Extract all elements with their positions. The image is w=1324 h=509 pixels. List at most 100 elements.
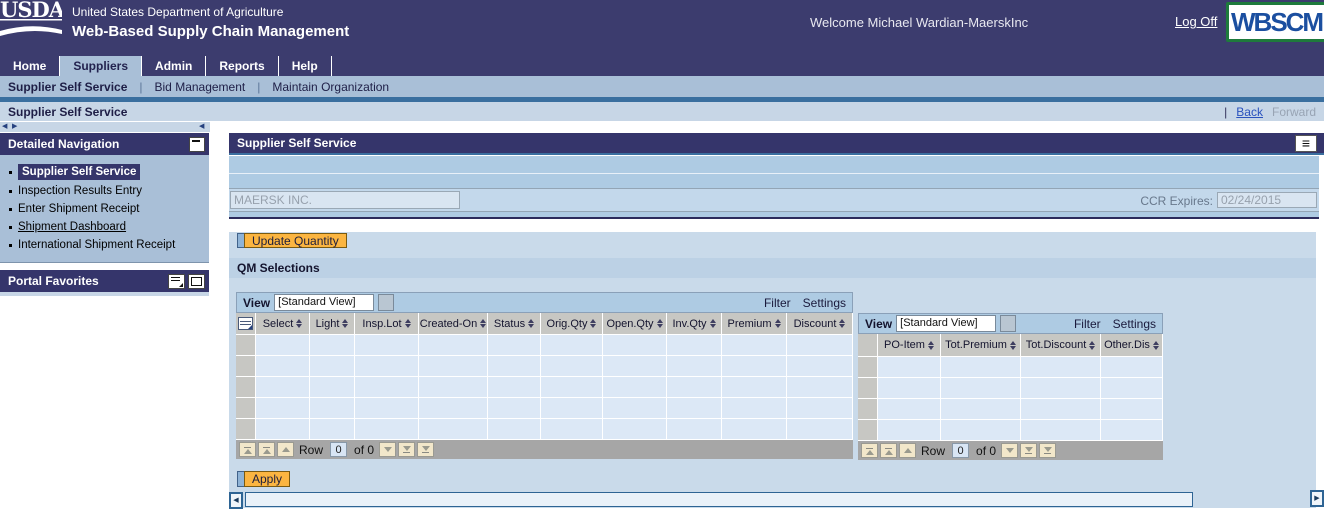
column-header-created-on[interactable]: Created-On	[419, 313, 488, 335]
view-select-dropdown-icon[interactable]	[1000, 315, 1017, 332]
column-header-tot-premium[interactable]: Tot.Premium	[941, 334, 1021, 357]
sort-icon[interactable]	[590, 319, 597, 328]
sidebar-item-inspection-results-entry[interactable]: Inspection Results Entry	[0, 182, 209, 200]
tab-home[interactable]: Home	[0, 56, 61, 76]
tab-admin[interactable]: Admin	[142, 56, 207, 76]
row-number-input[interactable]	[330, 442, 348, 457]
tab-help[interactable]: Help	[279, 56, 332, 76]
sort-icon[interactable]	[528, 319, 535, 328]
apply-button-group: Apply	[237, 471, 291, 487]
table-settings-cell[interactable]	[858, 334, 878, 357]
sort-icon[interactable]	[1152, 340, 1159, 350]
row-selector[interactable]	[858, 357, 878, 378]
row-selector[interactable]	[236, 398, 256, 419]
last-row-button[interactable]	[1039, 443, 1057, 458]
sort-icon[interactable]	[480, 319, 487, 328]
scroll-right-icon[interactable]: ▶	[12, 122, 17, 132]
sort-icon[interactable]	[709, 319, 716, 328]
subnav-supplier-self-service[interactable]: Supplier Self Service	[0, 80, 139, 94]
sort-icon[interactable]	[342, 319, 349, 328]
row-number-input[interactable]	[952, 443, 970, 458]
view-select[interactable]: [Standard View]	[896, 315, 997, 332]
column-header-tot-discount[interactable]: Tot.Discount	[1021, 334, 1101, 357]
panel-menu-icon[interactable]: ≡	[1295, 135, 1317, 152]
subnav-bid-management[interactable]: Bid Management	[143, 80, 258, 94]
sort-icon[interactable]	[927, 340, 934, 350]
back-link[interactable]: Back	[1236, 105, 1263, 119]
row-selector[interactable]	[236, 377, 256, 398]
row-up-button[interactable]	[899, 443, 916, 458]
column-header-light[interactable]: Light	[310, 313, 355, 335]
sort-icon[interactable]	[1009, 340, 1016, 350]
sort-icon[interactable]	[839, 319, 846, 328]
sidebar-item-international-shipment-receipt[interactable]: International Shipment Receipt	[0, 236, 209, 254]
table-settings-cell[interactable]	[236, 313, 256, 335]
subnav-maintain-organization[interactable]: Maintain Organization	[260, 80, 401, 94]
button-accent	[237, 471, 244, 487]
column-header-orig-qty[interactable]: Orig.Qty	[541, 313, 603, 335]
row-up-button[interactable]	[277, 442, 294, 457]
last-row-button[interactable]	[417, 442, 435, 457]
page-down-button[interactable]	[1020, 443, 1038, 458]
column-header-inv-qty[interactable]: Inv.Qty	[667, 313, 722, 335]
title-underline	[229, 153, 1324, 155]
page-up-button[interactable]	[258, 442, 275, 457]
main-nav-tabs: Home Suppliers Admin Reports Help	[0, 50, 1324, 76]
favorites-list-view-icon[interactable]	[168, 274, 185, 289]
apply-button[interactable]: Apply	[244, 471, 291, 487]
minimize-icon[interactable]	[189, 137, 205, 152]
org-info-panel: CCR Expires:	[229, 156, 1319, 219]
sort-icon[interactable]	[774, 319, 781, 328]
settings-link[interactable]: Settings	[1113, 317, 1156, 331]
scroll-left-icon[interactable]: ◀	[229, 492, 243, 509]
table2-toolbar: View [Standard View] Filter Settings	[858, 313, 1163, 334]
filter-link[interactable]: Filter	[764, 296, 791, 310]
row-selector[interactable]	[858, 378, 878, 399]
column-header-discount[interactable]: Discount	[787, 313, 853, 335]
sort-icon[interactable]	[1089, 340, 1096, 350]
sort-icon[interactable]	[656, 319, 663, 328]
favorites-box-view-icon[interactable]	[188, 274, 205, 289]
tab-suppliers[interactable]: Suppliers	[60, 56, 143, 76]
tab-reports[interactable]: Reports	[206, 56, 279, 76]
log-off-link[interactable]: Log Off	[1175, 14, 1217, 29]
column-header-select[interactable]: Select	[256, 313, 310, 335]
filter-link[interactable]: Filter	[1074, 317, 1101, 331]
row-selector[interactable]	[858, 399, 878, 420]
row-selector[interactable]	[236, 419, 256, 440]
column-header-other-dis[interactable]: Other.Dis	[1101, 334, 1163, 357]
collapse-sidebar-icon[interactable]: ◀	[199, 122, 204, 132]
table1-toolbar: View [Standard View] Filter Settings	[236, 292, 853, 313]
column-header-status[interactable]: Status	[488, 313, 541, 335]
forward-link[interactable]: Forward	[1272, 105, 1316, 119]
view-select-dropdown-icon[interactable]	[378, 294, 395, 311]
app-title: Web-Based Supply Chain Management	[72, 23, 350, 40]
update-quantity-button[interactable]: Update Quantity	[244, 233, 347, 248]
row-selector[interactable]	[236, 356, 256, 377]
sort-icon[interactable]	[404, 319, 411, 328]
row-selector[interactable]	[858, 420, 878, 441]
sort-icon[interactable]	[296, 319, 303, 328]
column-header-open-qty[interactable]: Open.Qty	[603, 313, 667, 335]
first-row-button[interactable]	[239, 442, 256, 457]
column-header-insp-lot[interactable]: Insp.Lot	[355, 313, 419, 335]
page-up-button[interactable]	[880, 443, 897, 458]
row-down-button[interactable]	[1001, 443, 1019, 458]
sidebar-item-supplier-self-service[interactable]: Supplier Self Service	[0, 162, 209, 182]
column-header-po-item[interactable]: PO-Item	[878, 334, 941, 357]
table-settings-icon	[238, 317, 253, 330]
scroll-right-icon[interactable]: ▶	[1310, 490, 1324, 507]
sidebar-item-shipment-dashboard[interactable]: Shipment Dashboard	[0, 218, 209, 236]
sidebar-item-enter-shipment-receipt[interactable]: Enter Shipment Receipt	[0, 200, 209, 218]
column-header-premium[interactable]: Premium	[722, 313, 787, 335]
page-down-button[interactable]	[398, 442, 416, 457]
first-row-button[interactable]	[861, 443, 878, 458]
scroll-left-icon[interactable]: ◀	[2, 122, 7, 132]
view-select[interactable]: [Standard View]	[274, 294, 375, 311]
scrollbar-track[interactable]	[245, 492, 1193, 507]
bullet-icon	[9, 189, 12, 193]
settings-link[interactable]: Settings	[803, 296, 846, 310]
agency-name: United States Department of Agriculture	[72, 5, 284, 19]
row-down-button[interactable]	[379, 442, 397, 457]
row-selector[interactable]	[236, 335, 256, 356]
